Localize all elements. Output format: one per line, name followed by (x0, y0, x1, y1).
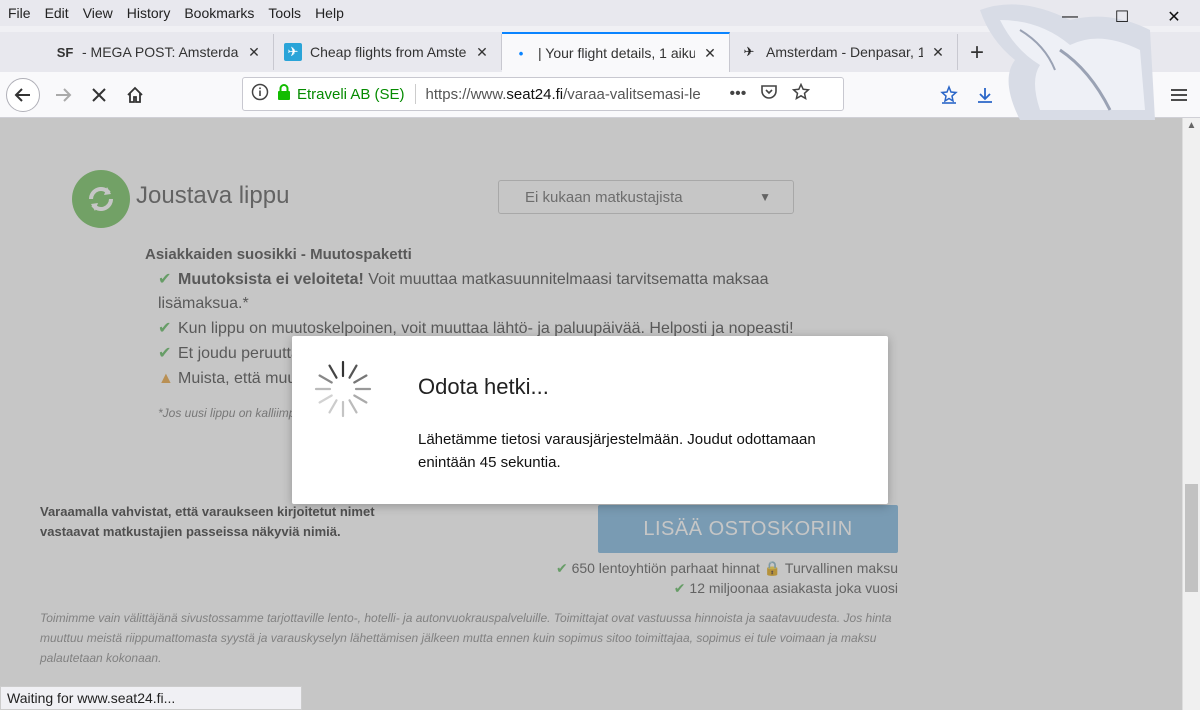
url-path: /varaa-valitsemasi-le (563, 85, 701, 103)
arrow-left-icon (14, 88, 30, 102)
pinterest-icon[interactable]: P (1120, 82, 1146, 108)
url-domain: seat24.fi (506, 85, 564, 103)
adblock-icon[interactable]: ABP 4 (1084, 76, 1116, 108)
close-tab-icon[interactable]: ✕ (473, 44, 491, 61)
scrollbar-thumb[interactable] (1185, 484, 1198, 592)
stop-button[interactable] (82, 78, 116, 112)
menu-edit[interactable]: Edit (39, 5, 75, 21)
web-page: Joustava lippu Ei kukaan matkustajista ▼… (0, 118, 1182, 710)
home-button[interactable] (118, 78, 152, 112)
tab-flight-details[interactable]: • | Your flight details, 1 aiku ✕ (502, 32, 730, 72)
scroll-up-arrow-icon[interactable]: ▲ (1183, 120, 1200, 131)
page-actions-menu[interactable]: ••• (730, 85, 747, 103)
address-bar[interactable]: Etraveli AB (SE) https://www.seat24.fi/v… (242, 77, 844, 111)
dialog-message: Lähetämme tietosi varausjärjestelmään. J… (418, 431, 816, 471)
close-tab-icon[interactable]: ✕ (701, 45, 719, 62)
info-icon[interactable] (251, 83, 273, 105)
loading-dot-icon: • (518, 45, 524, 61)
plane-favicon-icon: ✈ (743, 44, 755, 59)
tab-title: Cheap flights from Amster (310, 44, 467, 60)
tab-cheap-flights[interactable]: ✈ Cheap flights from Amster ✕ (274, 34, 502, 70)
tab-bar: SF - MEGA POST: Amsterdam ✕ ✈ Cheap flig… (0, 32, 1200, 72)
svg-text:P: P (1129, 89, 1139, 104)
close-tab-icon[interactable]: ✕ (929, 44, 947, 61)
download-icon[interactable] (972, 82, 998, 108)
forward-button[interactable] (46, 78, 80, 112)
tab-amsterdam-denpasar[interactable]: ✈ Amsterdam - Denpasar, 1( ✕ (730, 34, 958, 70)
home-icon (127, 86, 143, 103)
url-prefix: https://www. (425, 85, 507, 103)
new-tab-button[interactable]: + (962, 38, 992, 68)
close-tab-icon[interactable]: ✕ (245, 44, 263, 61)
tab-title: Amsterdam - Denpasar, 1( (766, 44, 923, 60)
bookmark-star-icon[interactable] (792, 82, 811, 106)
bookmarks-star-toolbar-icon[interactable] (936, 82, 962, 108)
sf-favicon-icon: SF (56, 44, 74, 60)
maximize-button[interactable]: ☐ (1096, 0, 1148, 34)
site-identity[interactable]: Etraveli AB (SE) (297, 86, 405, 103)
menu-bookmarks[interactable]: Bookmarks (178, 5, 260, 21)
back-button[interactable] (6, 78, 40, 112)
svg-text:ABP: ABP (1090, 92, 1108, 101)
menu-history[interactable]: History (121, 5, 177, 21)
tab-title: - MEGA POST: Amsterdam (82, 44, 239, 60)
tab-title: | Your flight details, 1 aiku (538, 45, 695, 61)
loading-dialog: Odota hetki... Lähetämme tietosi varausj… (292, 336, 888, 504)
menu-tools[interactable]: Tools (262, 5, 307, 21)
page-scrollbar[interactable]: ▲ (1182, 118, 1200, 710)
window-controls: — ☐ ✕ (1044, 0, 1200, 34)
menu-bar: File Edit View History Bookmarks Tools H… (0, 0, 1200, 26)
urlbar-separator (414, 84, 416, 104)
menu-file[interactable]: File (2, 5, 37, 21)
status-bar: Waiting for www.seat24.fi... (0, 686, 302, 710)
minimize-button[interactable]: — (1044, 0, 1096, 34)
sidebar-icon[interactable] (1046, 82, 1072, 108)
library-icon[interactable] (1008, 82, 1034, 108)
pocket-icon[interactable] (760, 83, 778, 106)
url-text[interactable]: https://www.seat24.fi/varaa-valitsemasi-… (426, 86, 716, 103)
dialog-title: Odota hetki... (418, 374, 549, 399)
loading-spinner-icon (314, 360, 372, 418)
close-window-button[interactable]: ✕ (1148, 0, 1200, 34)
lock-icon (277, 84, 293, 104)
menu-view[interactable]: View (77, 5, 119, 21)
tab-mega-post[interactable]: SF - MEGA POST: Amsterdam ✕ (46, 34, 274, 70)
plane-favicon-icon: ✈ (284, 43, 302, 61)
close-icon (92, 88, 106, 102)
adblock-badge: 4 (1104, 76, 1116, 87)
hamburger-menu-icon[interactable] (1166, 82, 1192, 108)
arrow-right-icon (56, 88, 72, 102)
menu-help[interactable]: Help (309, 5, 350, 21)
navigation-bar: Etraveli AB (SE) https://www.seat24.fi/v… (0, 72, 1200, 118)
